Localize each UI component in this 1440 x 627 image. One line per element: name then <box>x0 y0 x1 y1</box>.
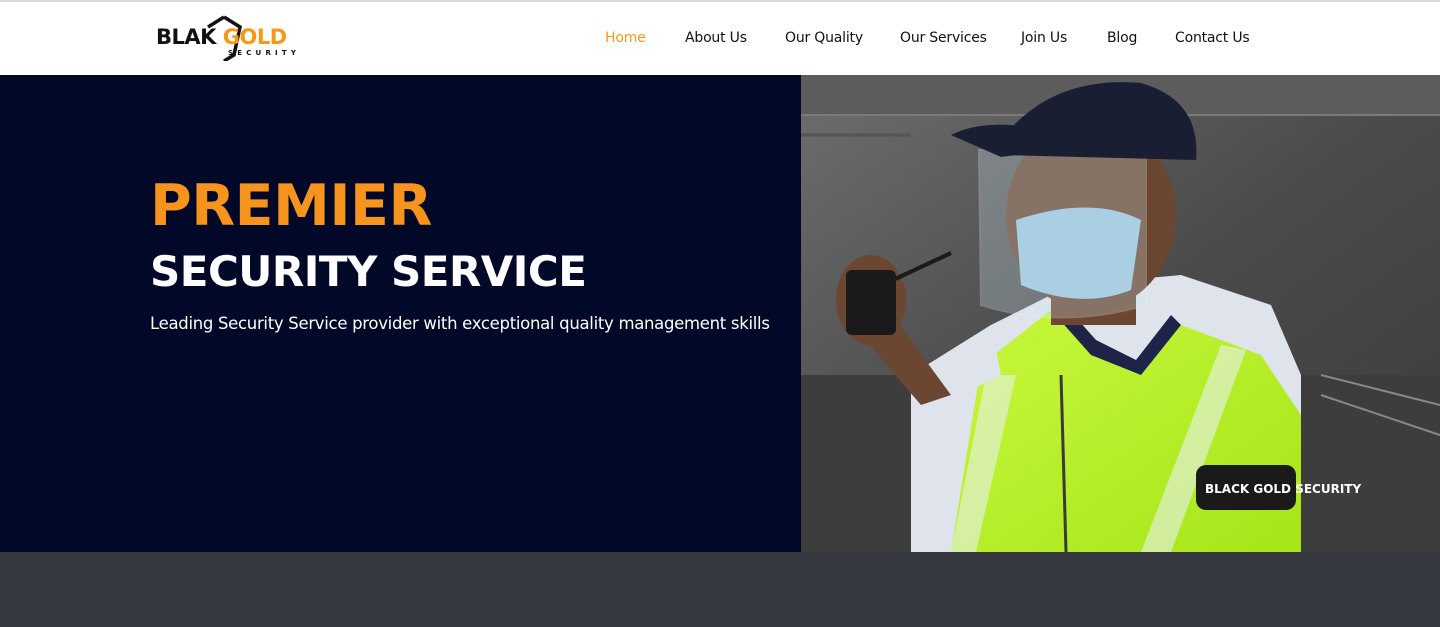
site-header: BLAK GOLD SECURITY Home About Us Our Qua… <box>0 2 1440 75</box>
nav-blog[interactable]: Blog <box>1107 28 1137 48</box>
hero-tagline: Leading Security Service provider with e… <box>150 314 770 333</box>
nav-our-quality[interactable]: Our Quality <box>785 28 863 48</box>
badge-text: BLACK GOLD SECURITY <box>1205 482 1361 496</box>
nav-contact-us[interactable]: Contact Us <box>1175 28 1250 48</box>
brand-logo[interactable]: BLAK GOLD SECURITY <box>154 15 324 65</box>
hero-title-main: SECURITY SERVICE <box>150 247 587 296</box>
nav-our-services[interactable]: Our Services <box>900 28 987 48</box>
logo-wordmark: BLAK GOLD <box>156 25 287 49</box>
hero-text-panel: PREMIER SECURITY SERVICE Leading Securit… <box>0 75 801 552</box>
nav-home[interactable]: Home <box>605 28 646 48</box>
logo-subtitle: SECURITY <box>228 49 301 57</box>
nav-join-us[interactable]: Join Us <box>1021 28 1067 48</box>
hero-section: PREMIER SECURITY SERVICE Leading Securit… <box>0 75 1440 552</box>
hero-image: BLACK GOLD SECURITY <box>801 75 1440 552</box>
section-band <box>0 552 1440 627</box>
security-guard-photo: BLACK GOLD SECURITY <box>801 75 1440 552</box>
nav-about-us[interactable]: About Us <box>685 28 747 48</box>
hero-title-accent: PREMIER <box>150 173 432 239</box>
